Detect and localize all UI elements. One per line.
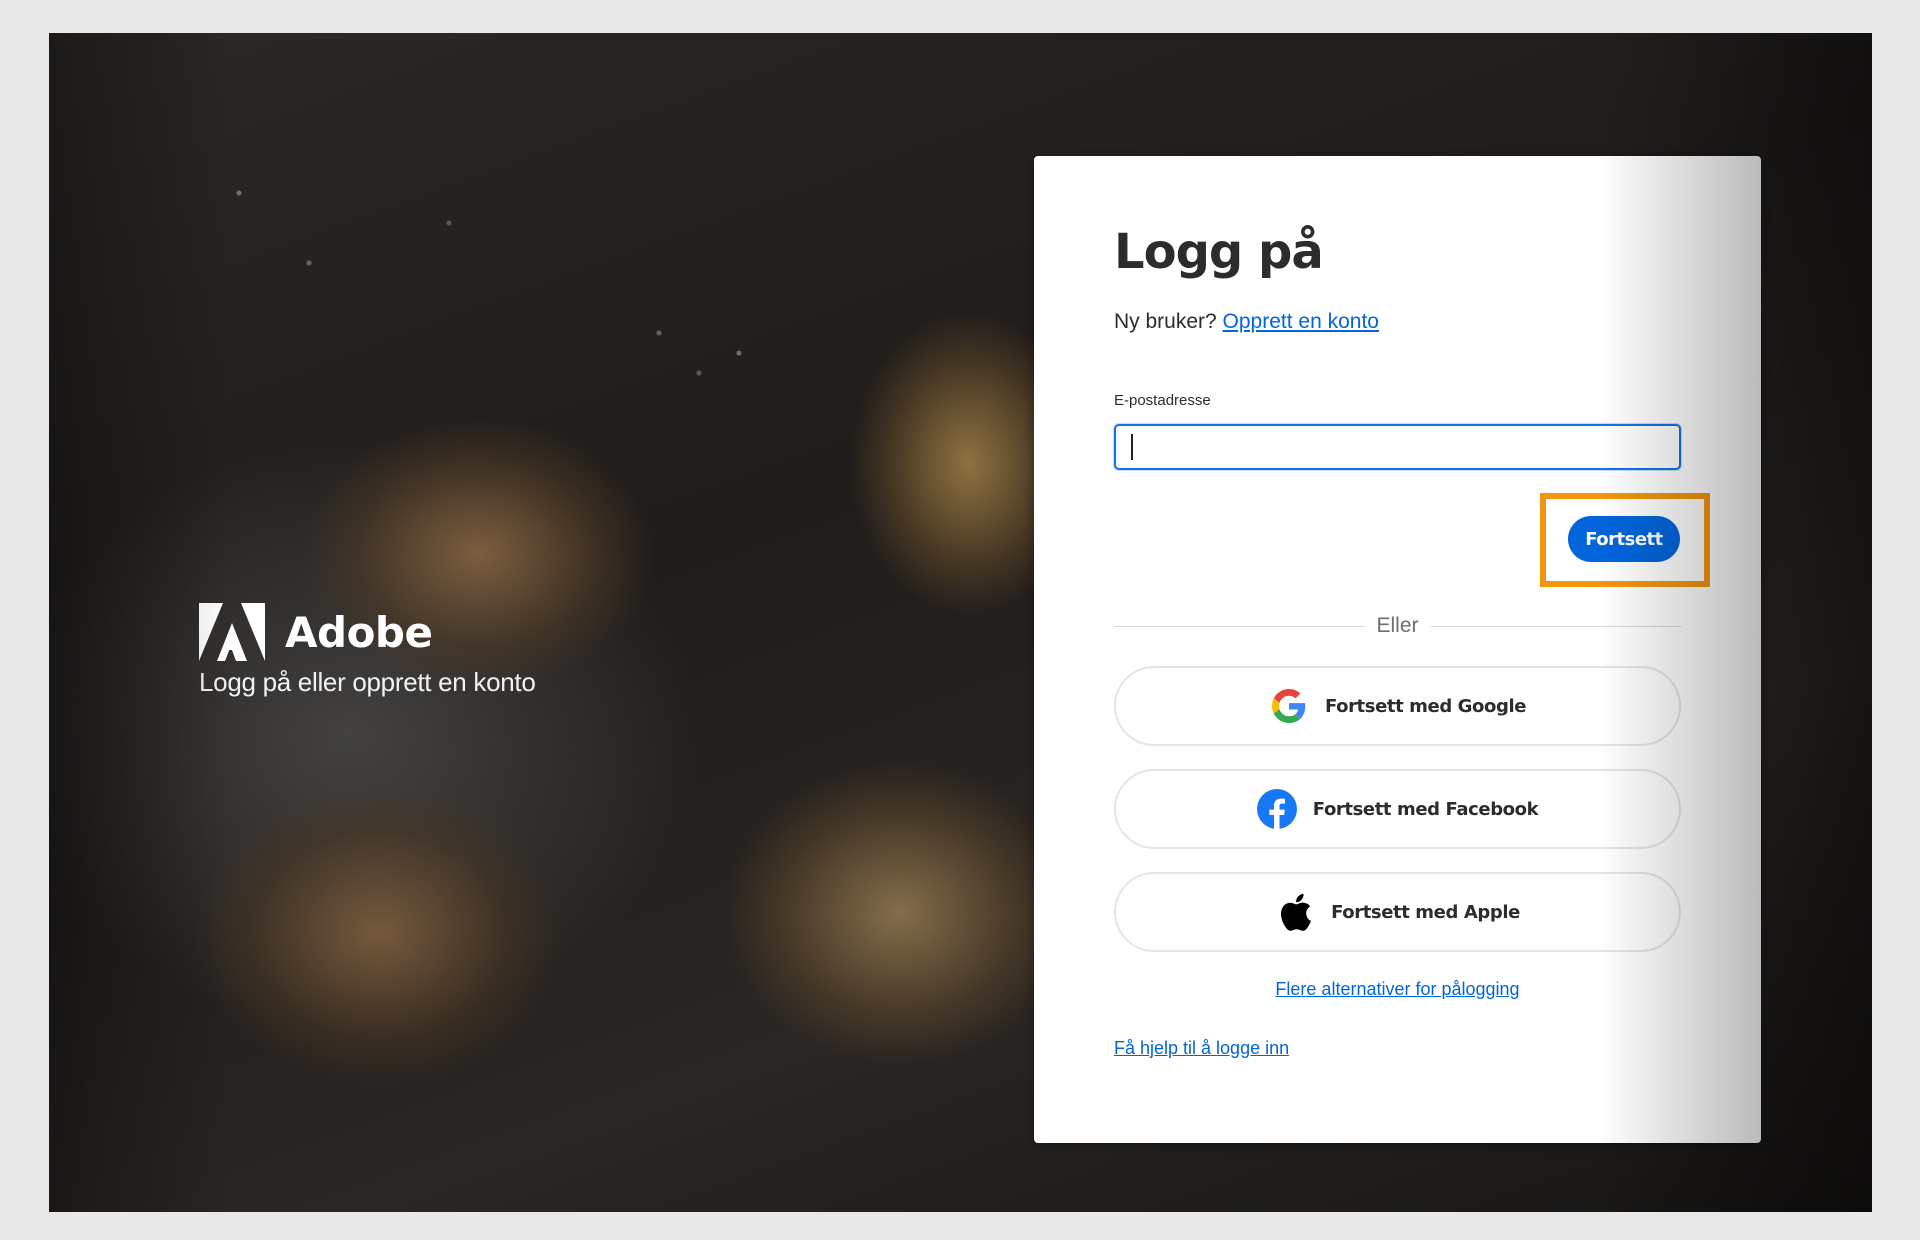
new-user-row: Ny bruker? Opprett en konto xyxy=(1114,310,1379,334)
continue-with-apple-button[interactable]: Fortsett med Apple xyxy=(1114,872,1681,952)
continue-with-facebook-button[interactable]: Fortsett med Facebook xyxy=(1114,769,1681,849)
divider-line-left xyxy=(1114,625,1365,627)
email-field[interactable] xyxy=(1114,424,1681,470)
page-title: Logg på xyxy=(1114,224,1324,280)
login-card: Logg på Ny bruker? Opprett en konto E-po… xyxy=(1034,156,1761,1143)
adobe-logo-icon xyxy=(199,603,265,661)
facebook-icon xyxy=(1256,789,1297,829)
email-label: E-postadresse xyxy=(1114,392,1211,409)
text-caret xyxy=(1131,434,1133,460)
apple-icon xyxy=(1275,892,1315,932)
google-icon xyxy=(1269,686,1309,726)
divider-text: Eller xyxy=(1376,614,1419,637)
or-divider: Eller xyxy=(1114,611,1682,641)
continue-button[interactable]: Fortsett xyxy=(1568,516,1680,562)
create-account-link[interactable]: Opprett en konto xyxy=(1223,310,1379,333)
help-row: Få hjelp til å logge inn xyxy=(1114,1038,1289,1059)
divider-line-right xyxy=(1430,625,1682,627)
brand-tagline: Logg på eller opprett en konto xyxy=(199,667,536,697)
more-sign-in-options-link[interactable]: Flere alternativer for pålogging xyxy=(1275,979,1519,999)
sign-in-help-link[interactable]: Få hjelp til å logge inn xyxy=(1114,1038,1289,1058)
brand-block: Adobe Logg på eller opprett en konto xyxy=(199,603,536,698)
apple-button-label: Fortsett med Apple xyxy=(1331,901,1520,923)
facebook-button-label: Fortsett med Facebook xyxy=(1312,798,1539,820)
new-user-text: Ny bruker? xyxy=(1114,310,1217,333)
continue-with-google-button[interactable]: Fortsett med Google xyxy=(1114,666,1681,746)
brand-name: Adobe xyxy=(285,607,433,657)
brand-row: Adobe xyxy=(199,603,535,661)
google-button-label: Fortsett med Google xyxy=(1324,695,1527,717)
background-photo: Adobe Logg på eller opprett en konto Log… xyxy=(49,33,1872,1212)
more-options-row: Flere alternativer for pålogging xyxy=(1114,979,1681,1000)
